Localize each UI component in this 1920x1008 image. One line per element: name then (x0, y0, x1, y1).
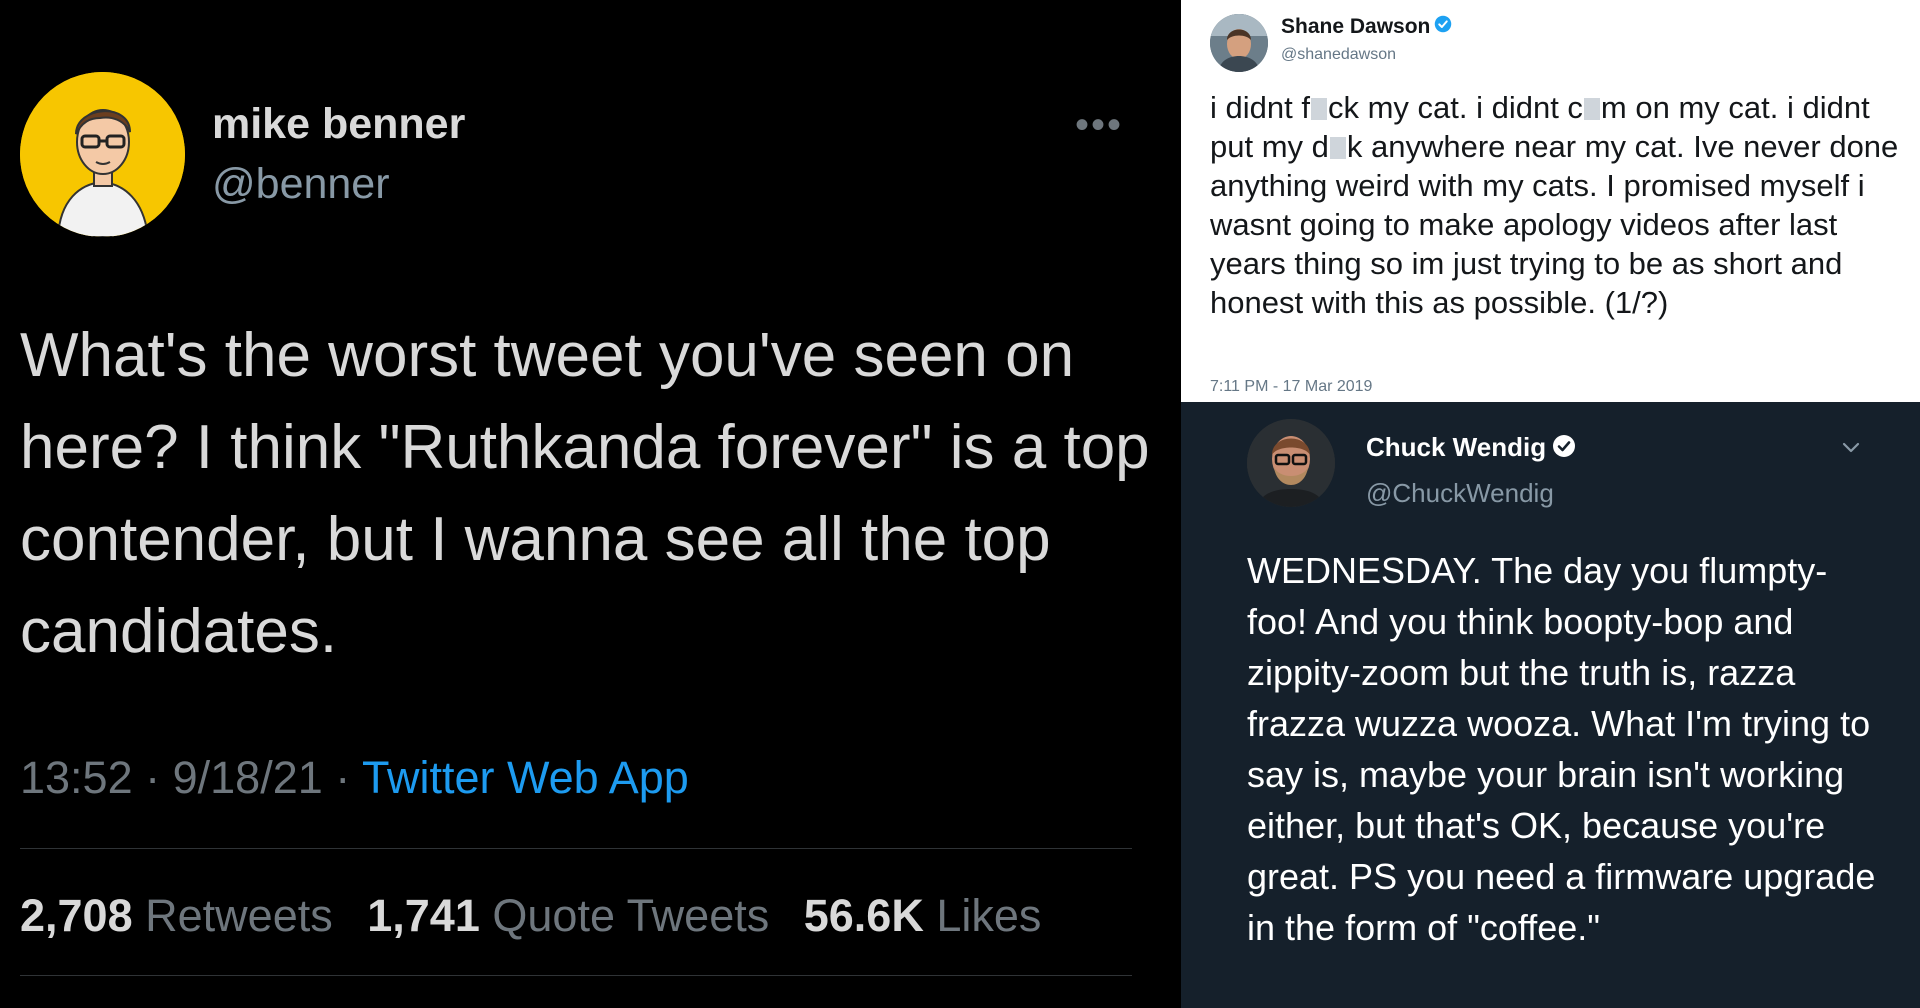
profile-photo-icon (1247, 419, 1335, 507)
tweet-meta: 13:52 · 9/18/21 · Twitter Web App (20, 752, 689, 804)
avatar[interactable] (1247, 419, 1335, 507)
user-handle[interactable]: @benner (212, 160, 390, 209)
verified-badge-icon (1434, 15, 1452, 39)
avatar[interactable] (1210, 14, 1268, 72)
tweet-shane-dawson: Shane Dawson @shanedawson i didnt f ck my… (1181, 0, 1920, 402)
tweet-time[interactable]: 13:52 (20, 752, 133, 803)
tweet-chuck-wendig: Chuck Wendig @ChuckWendig WEDNESDAY. The… (1181, 402, 1920, 1008)
censor-block (1329, 137, 1346, 159)
retweets-label: Retweets (145, 890, 333, 941)
user-handle[interactable]: @shanedawson (1281, 46, 1396, 64)
divider (20, 848, 1132, 849)
tweet-mike-benner: mike benner @benner ••• What's the worst… (0, 0, 1181, 1008)
tweet-source-link[interactable]: Twitter Web App (362, 752, 689, 803)
avatar[interactable] (20, 72, 185, 237)
display-name[interactable]: mike benner (212, 100, 465, 149)
tweet-text: What's the worst tweet you've seen on he… (20, 321, 1150, 666)
retweets-count: 2,708 (20, 890, 133, 941)
censor-block (1583, 98, 1600, 120)
ellipsis-icon[interactable]: ••• (1075, 105, 1123, 145)
tweet-stats: 2,708 Retweets 1,741 Quote Tweets 56.6K … (20, 890, 1063, 942)
likes-label: Likes (936, 890, 1042, 941)
quote-tweets-stat[interactable]: 1,741 Quote Tweets (367, 890, 769, 941)
quote-tweets-label: Quote Tweets (492, 890, 770, 941)
tweet-text: WEDNESDAY. The day you flumpty-foo! And … (1247, 550, 1876, 948)
likes-count: 56.6K (803, 890, 924, 941)
divider (20, 975, 1132, 976)
display-name[interactable]: Shane Dawson (1281, 15, 1452, 39)
tweet-timestamp[interactable]: 7:11 PM - 17 Mar 2019 (1210, 378, 1372, 396)
meta-separator: · (132, 752, 173, 803)
tweet-text-part: ck my cat. i didnt c (1327, 90, 1583, 125)
display-name-text: Shane Dawson (1281, 15, 1431, 38)
likes-stat[interactable]: 56.6K Likes (804, 890, 1042, 941)
tweet-date[interactable]: 9/18/21 (173, 752, 323, 803)
quote-tweets-count: 1,741 (367, 890, 480, 941)
display-name-text: Chuck Wendig (1366, 432, 1547, 462)
meta-separator: · (322, 752, 362, 803)
retweets-stat[interactable]: 2,708 Retweets (20, 890, 333, 941)
user-handle[interactable]: @ChuckWendig (1366, 478, 1554, 509)
display-name[interactable]: Chuck Wendig (1366, 432, 1576, 465)
verified-badge-icon (1552, 434, 1576, 465)
profile-photo-icon (1210, 14, 1268, 72)
tweet-text-part: i didnt f (1210, 90, 1310, 125)
tweet-text: i didnt f ck my cat. i didnt cm on my cat… (1210, 88, 1910, 322)
censor-block (1310, 98, 1327, 120)
chevron-down-icon[interactable] (1836, 432, 1866, 462)
cartoon-avatar-icon (20, 72, 185, 237)
